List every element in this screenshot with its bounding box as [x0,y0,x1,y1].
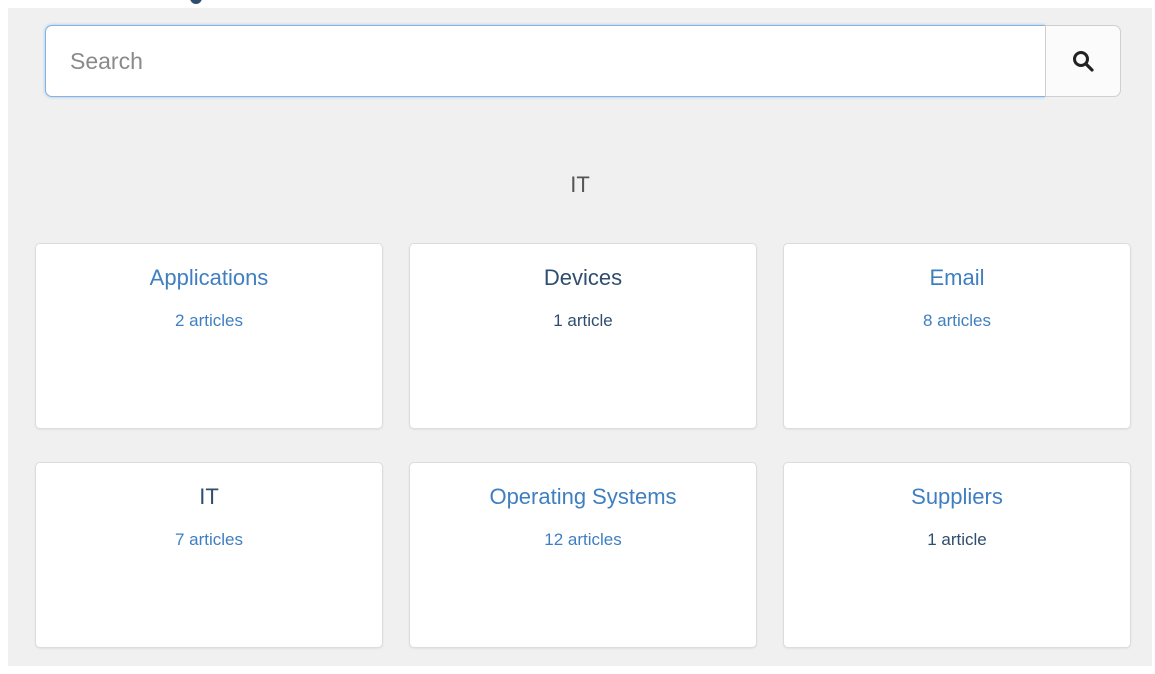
search-icon [1073,51,1094,72]
category-title[interactable]: Applications [36,264,382,292]
category-article-count[interactable]: 1 article [784,529,1130,551]
category-article-count[interactable]: 1 article [410,310,756,332]
category-article-count[interactable]: 2 articles [36,310,382,332]
category-article-count[interactable]: 12 articles [410,529,756,551]
category-title[interactable]: IT [36,483,382,511]
category-title[interactable]: Operating Systems [410,483,756,511]
category-title[interactable]: Devices [410,264,756,292]
category-article-count[interactable]: 7 articles [36,529,382,551]
category-card-devices[interactable]: Devices 1 article [409,243,757,429]
search-bar [45,25,1121,97]
category-card-operating-systems[interactable]: Operating Systems 12 articles [409,462,757,648]
category-article-count[interactable]: 8 articles [784,310,1130,332]
category-card-it[interactable]: IT 7 articles [35,462,383,648]
category-title[interactable]: Suppliers [784,483,1130,511]
category-card-applications[interactable]: Applications 2 articles [35,243,383,429]
search-input[interactable] [45,25,1045,97]
search-button[interactable] [1045,25,1121,97]
section-title: IT [570,172,590,197]
category-card-email[interactable]: Email 8 articles [783,243,1131,429]
category-card-suppliers[interactable]: Suppliers 1 article [783,462,1131,648]
category-title[interactable]: Email [784,264,1130,292]
header-fragment [190,0,202,4]
knowledge-base-panel: IT Applications 2 articles Devices 1 art… [8,8,1152,666]
